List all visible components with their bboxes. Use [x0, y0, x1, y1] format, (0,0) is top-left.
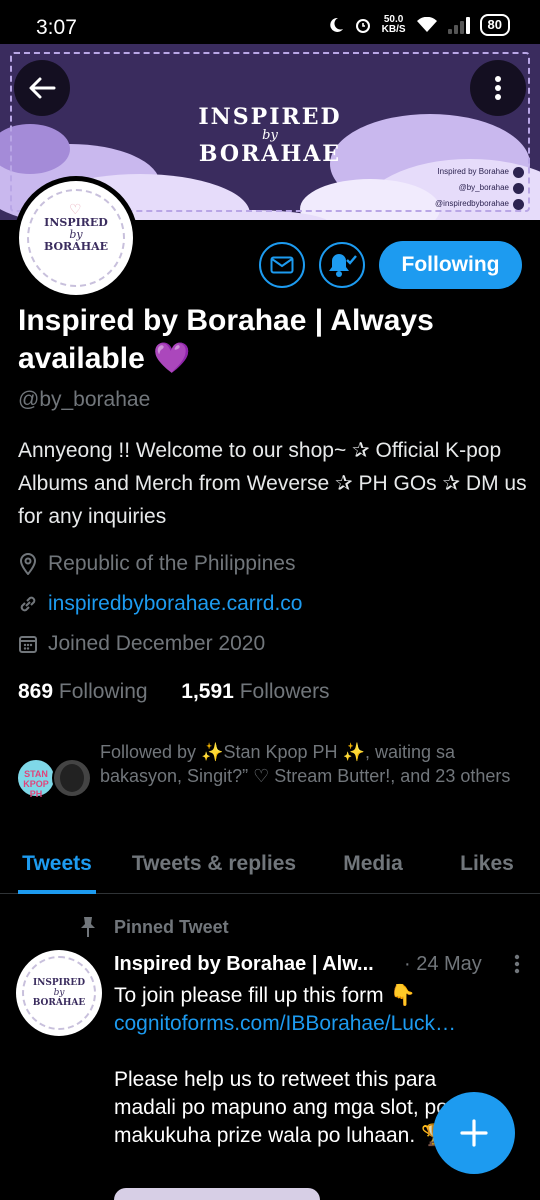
network-speed: 50.0 KB/S: [381, 14, 406, 35]
plus-icon: [460, 1119, 488, 1147]
battery-indicator: 80: [479, 14, 510, 36]
twitter-icon: [513, 182, 524, 194]
followers-stat[interactable]: 1,591 Followers: [181, 680, 329, 703]
follow-stats: 869 Following 1,591 Followers: [18, 680, 330, 704]
more-vertical-icon: [495, 76, 501, 100]
location-pin-icon: [19, 553, 37, 575]
tweet-header: Inspired by Borahae | Alw... · 24 May: [114, 953, 524, 976]
follower-avatar[interactable]: [52, 758, 92, 798]
status-icons: 50.0 KB/S 80: [328, 14, 510, 36]
mail-icon: [270, 256, 294, 274]
tweet-link[interactable]: cognitoforms.com/IBBorahae/Luck…: [114, 1012, 456, 1035]
moon-icon: [329, 17, 343, 32]
follower-avatar-stan-kpop[interactable]: STAN KPOP PH: [16, 758, 56, 799]
heart-icon: ♡: [69, 201, 82, 217]
avatar-logo: INSPIRED by BORAHAE: [43, 216, 109, 253]
purple-heart-emoji: 💜: [153, 342, 191, 375]
profile-name: Inspired by Borahae | Always available 💜: [18, 304, 434, 375]
tweet-media-thumbnail[interactable]: [114, 1188, 320, 1200]
more-vertical-icon: [514, 954, 520, 974]
profile-bio: Annyeong !! Welcome to our shop~ ✰ Offic…: [18, 439, 527, 528]
calendar-icon: [19, 636, 37, 653]
link-icon: [20, 596, 36, 612]
bell-check-icon: [329, 254, 357, 277]
followed-by-text[interactable]: Followed by ✨Stan Kpop PH ✨, waiting sa …: [100, 740, 520, 788]
joined-row: Joined December 2020: [18, 632, 265, 656]
tweet-author[interactable]: Inspired by Borahae | Alw...: [114, 953, 386, 976]
tab-media[interactable]: Media: [340, 838, 406, 893]
profile-avatar[interactable]: ♡ INSPIRED by BORAHAE: [14, 176, 138, 300]
tweet-more-button[interactable]: [514, 954, 520, 979]
banner-logo: INSPIRED by BORAHAE: [198, 104, 342, 167]
pinned-label: Pinned Tweet: [78, 916, 229, 938]
profile-handle: @by_borahae: [18, 388, 151, 411]
instagram-icon: [513, 198, 524, 210]
website-link[interactable]: inspiredbyborahae.carrd.co: [48, 592, 302, 616]
arrow-left-icon: [29, 77, 56, 99]
message-button[interactable]: [259, 242, 305, 288]
tab-tweets-replies[interactable]: Tweets & replies: [130, 838, 298, 893]
following-button[interactable]: Following: [379, 241, 522, 289]
more-options-button[interactable]: [470, 60, 526, 116]
tab-likes[interactable]: Likes: [458, 838, 516, 893]
tweet-date: · 24 May: [404, 953, 482, 975]
back-button[interactable]: [14, 60, 70, 116]
status-time: 3:07: [36, 16, 77, 39]
pin-icon: [81, 917, 95, 937]
notifications-button[interactable]: [319, 242, 365, 288]
signal-icon: [447, 16, 470, 34]
facebook-icon: [513, 166, 524, 178]
tab-tweets[interactable]: Tweets: [18, 838, 96, 894]
alarm-icon: [355, 19, 370, 33]
banner-socials: Inspired by Borahae @by_borahae @inspire…: [435, 164, 524, 212]
following-stat[interactable]: 869 Following: [18, 680, 148, 703]
website-row[interactable]: inspiredbyborahae.carrd.co: [18, 592, 302, 616]
tweet-line: To join please fill up this form 👇: [114, 984, 416, 1007]
profile-tabs: Tweets Tweets & replies Media Likes: [0, 838, 540, 894]
compose-tweet-button[interactable]: [433, 1092, 515, 1174]
tweet-avatar[interactable]: INSPIRED by BORAHAE: [16, 950, 102, 1036]
location-row: Republic of the Philippines: [18, 552, 296, 576]
wifi-icon: [416, 17, 437, 32]
